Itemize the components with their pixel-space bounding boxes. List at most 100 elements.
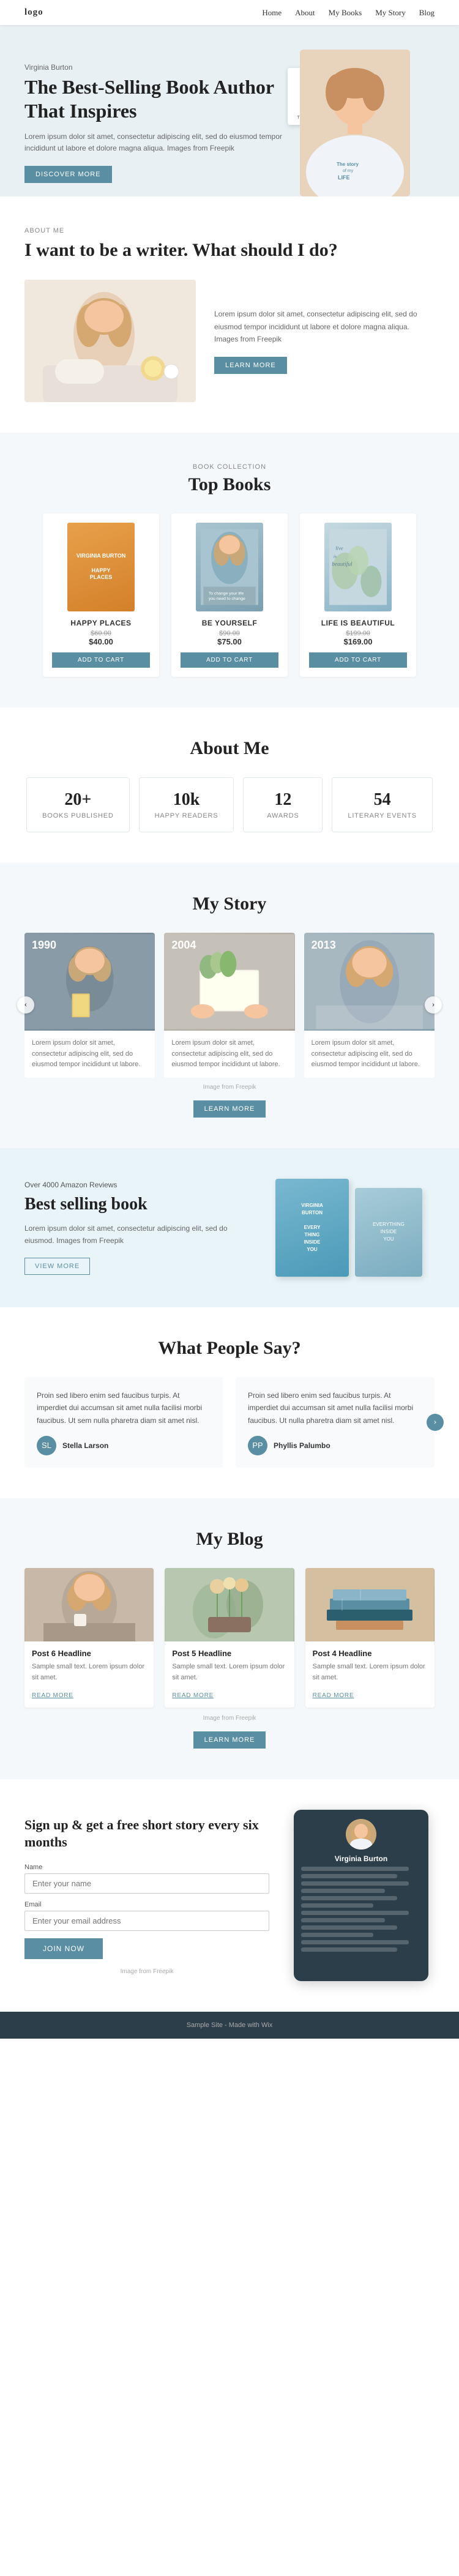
- nav-home[interactable]: Home: [262, 8, 282, 18]
- book-price-new-3: $169.00: [309, 637, 407, 646]
- nav-blog[interactable]: Blog: [419, 8, 435, 18]
- book-price-new-2: $75.00: [181, 637, 278, 646]
- books-label: Book Collection: [24, 463, 435, 471]
- bestsell-text: Over 4000 Amazon Reviews Best selling bo…: [24, 1181, 245, 1275]
- stat-events-number: 54: [348, 790, 416, 810]
- testimonials-section: What People Say? Proin sed libero enim s…: [0, 1307, 459, 1498]
- testimonials-next-arrow[interactable]: ›: [427, 1414, 444, 1431]
- nav-links: Home About My Books My Story Blog: [262, 8, 435, 18]
- tablet-avatar-svg: [346, 1819, 376, 1850]
- book3-svg: live is beautiful: [329, 523, 387, 611]
- stat-awards-number: 12: [259, 790, 307, 810]
- author-avatar-2: PP: [248, 1436, 267, 1455]
- author-initials-2: PP: [252, 1441, 263, 1450]
- book-price-old-2: $90.00: [181, 630, 278, 637]
- book-name-3: LIFE IS BEAUTIFUL: [309, 619, 407, 627]
- book-cover-3: live is beautiful: [324, 523, 392, 611]
- nav-mybooks[interactable]: My Books: [329, 8, 362, 18]
- blog-read-2[interactable]: READ MORE: [172, 1692, 214, 1699]
- blog-text-1: Sample small text. Lorem ipsum dolor sit…: [32, 1662, 146, 1683]
- about1-heading: I want to be a writer. What should I do?: [24, 239, 435, 261]
- blog1-svg: [25, 1568, 154, 1641]
- stats-section: About Me 20+ BOOKS PUBLISHED 10k HAPPY R…: [0, 707, 459, 863]
- nav-about[interactable]: About: [295, 8, 315, 18]
- blog-cta-button[interactable]: LEARN MORE: [193, 1731, 266, 1749]
- hero-section: Virginia Burton The Best-Selling Book Au…: [0, 25, 459, 196]
- blog-content-1: Post 6 Headline Sample small text. Lorem…: [24, 1641, 154, 1708]
- books-header: Book Collection Top Books: [24, 463, 435, 495]
- story-title: My Story: [24, 894, 435, 914]
- newsletter-image-note: Image from Freepik: [24, 1968, 269, 1975]
- author-name-1: Stella Larson: [62, 1441, 108, 1450]
- add-to-cart-1[interactable]: ADD TO CART: [52, 652, 150, 668]
- story-slide-1: 1990 Lorem ipsum dolor sit amet, consect…: [24, 933, 155, 1078]
- bestsell-books: VIRGINIABURTONEVERYTHINGINSIDEYOU EVERYT…: [263, 1179, 435, 1277]
- stat-readers-number: 10k: [155, 790, 218, 810]
- books-title: Top Books: [24, 474, 435, 495]
- story-text-3: Lorem ipsum dolor sit amet, consectetur …: [312, 1038, 427, 1070]
- hero-body: Lorem ipsum dolor sit amet, consectetur …: [24, 131, 288, 154]
- blog-read-1[interactable]: READ MORE: [32, 1692, 73, 1699]
- story-content-1: Lorem ipsum dolor sit amet, consectetur …: [24, 1031, 155, 1078]
- story-prev-arrow[interactable]: ‹: [17, 996, 34, 1014]
- tablet-line-1: [301, 1867, 409, 1871]
- name-input[interactable]: [24, 1873, 269, 1894]
- blog3-svg: [305, 1568, 434, 1641]
- blog-headline-3: Post 4 Headline: [313, 1649, 427, 1658]
- email-input[interactable]: [24, 1911, 269, 1931]
- blog-content-2: Post 5 Headline Sample small text. Lorem…: [165, 1641, 294, 1708]
- tablet-line-11: [301, 1940, 409, 1944]
- stat-readers-label: HAPPY READERS: [155, 812, 218, 819]
- story-header: My Story: [24, 894, 435, 914]
- svg-text:To change your life: To change your life: [209, 591, 244, 595]
- email-label: Email: [24, 1901, 269, 1908]
- story-next-arrow[interactable]: ›: [425, 996, 442, 1014]
- testimonial-1: Proin sed libero enim sed faucibus turpi…: [24, 1377, 223, 1468]
- testimonial-author-1: SL Stella Larson: [37, 1436, 211, 1455]
- story-cta-button[interactable]: LEARN MORE: [193, 1100, 266, 1118]
- story-content-2: Lorem ipsum dolor sit amet, consectetur …: [164, 1031, 294, 1078]
- about1-image: [24, 280, 196, 402]
- hero-person-svg: The story of my LIFE: [300, 50, 410, 196]
- about1-content: Lorem ipsum dolor sit amet, consectetur …: [24, 280, 435, 402]
- stats-title: About Me: [24, 738, 435, 759]
- tablet-line-9: [301, 1925, 397, 1930]
- blog-img-3: [305, 1568, 435, 1641]
- hero-cta-button[interactable]: DISCOVER MORE: [24, 166, 112, 183]
- svg-text:of my: of my: [343, 169, 354, 173]
- book-name-2: BE YOURSELF: [181, 619, 278, 627]
- svg-text:beautiful: beautiful: [332, 561, 353, 567]
- blog-text-2: Sample small text. Lorem ipsum dolor sit…: [172, 1662, 286, 1683]
- join-button[interactable]: JOIN NOW: [24, 1938, 103, 1959]
- story-section: My Story 1: [0, 863, 459, 1148]
- hero-subtitle: Virginia Burton: [24, 63, 288, 72]
- add-to-cart-3[interactable]: ADD TO CART: [309, 652, 407, 668]
- blog-title: My Blog: [24, 1529, 435, 1550]
- blog2-svg: [165, 1568, 294, 1641]
- stat-books-label: BOOKS PUBLISHED: [42, 812, 114, 819]
- tablet-line-5: [301, 1896, 397, 1900]
- bestsell-cta-button[interactable]: VIEW MORE: [24, 1258, 90, 1275]
- tablet-line-2: [301, 1874, 397, 1878]
- nav-logo[interactable]: logo: [24, 7, 43, 18]
- stat-events-label: LITERARY EVENTS: [348, 812, 416, 819]
- newsletter-form-area: Sign up & get a free short story every s…: [24, 1816, 269, 1975]
- tablet-line-3: [301, 1881, 409, 1886]
- book-card-1: VIRGINIA BURTONHAPPYPLACES HAPPY PLACES …: [43, 513, 159, 677]
- blog-header: My Blog: [24, 1529, 435, 1550]
- add-to-cart-2[interactable]: ADD TO CART: [181, 652, 278, 668]
- testimonials-wrapper: Proin sed libero enim sed faucibus turpi…: [24, 1377, 435, 1468]
- blog-cta-wrapper: LEARN MORE: [24, 1731, 435, 1749]
- bestsell-book1: VIRGINIABURTONEVERYTHINGINSIDEYOU: [275, 1179, 349, 1277]
- about1-cta-button[interactable]: LEARN MORE: [214, 357, 287, 374]
- tablet-line-7: [301, 1911, 409, 1915]
- blog-card-1: Post 6 Headline Sample small text. Lorem…: [24, 1568, 154, 1708]
- footer: Sample Site - Made with Wix: [0, 2012, 459, 2039]
- testimonial-author-2: PP Phyllis Palumbo: [248, 1436, 422, 1455]
- book-card-2: To change your life you need to change B…: [171, 513, 288, 677]
- navbar: logo Home About My Books My Story Blog: [0, 0, 459, 25]
- blog-read-3[interactable]: READ MORE: [313, 1692, 354, 1699]
- blog-headline-1: Post 6 Headline: [32, 1649, 146, 1658]
- story-slides-wrapper: 1990 Lorem ipsum dolor sit amet, consect…: [24, 933, 435, 1078]
- nav-mystory[interactable]: My Story: [375, 8, 405, 18]
